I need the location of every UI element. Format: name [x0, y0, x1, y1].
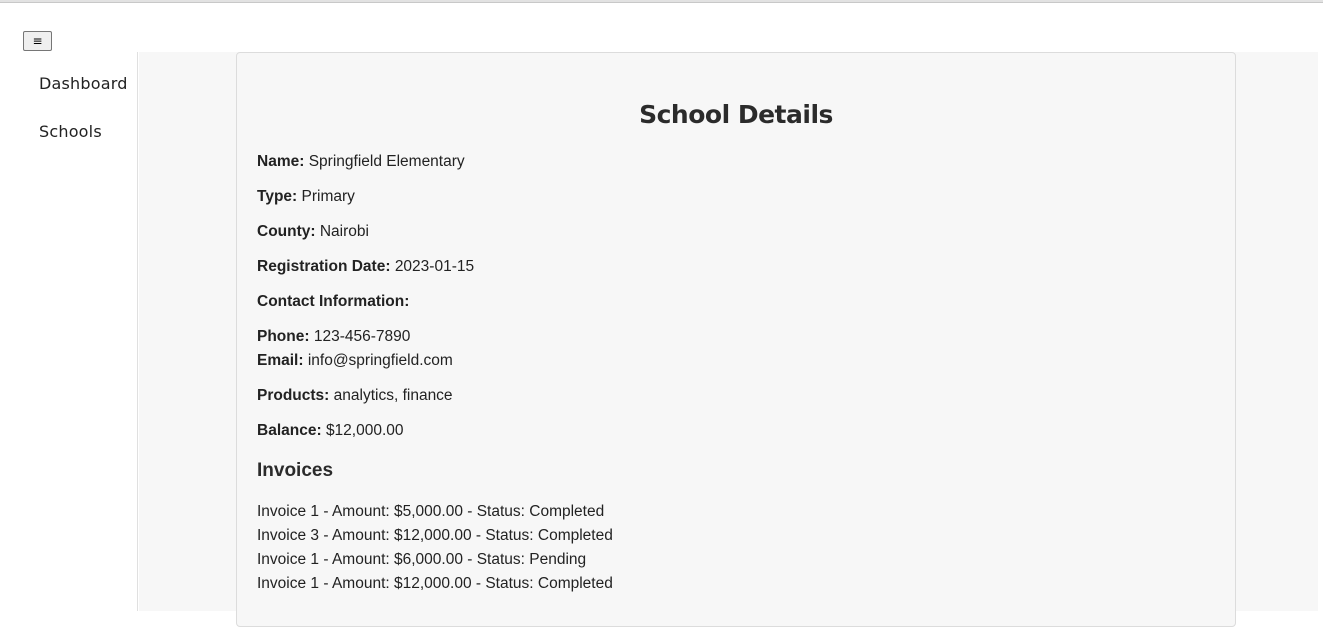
menu-toggle-button[interactable]: ≡	[23, 31, 52, 51]
registration-date-value: 2023-01-15	[394, 258, 475, 275]
school-name-row: Name: Springfield Elementary	[257, 153, 465, 171]
sidebar-item-schools[interactable]: Schools	[39, 122, 102, 141]
phone-row: Phone: 123-456-7890	[257, 328, 410, 346]
balance-label: Balance:	[257, 422, 322, 439]
sidebar-item-dashboard[interactable]: Dashboard	[39, 74, 128, 93]
products-row: Products: analytics, finance	[257, 387, 453, 405]
email-row: Email: info@springfield.com	[257, 352, 453, 370]
balance-value: $12,000.00	[325, 422, 404, 439]
registration-date-row: Registration Date: 2023-01-15	[257, 258, 474, 276]
school-county-value: Nairobi	[319, 223, 369, 240]
contact-information-label: Contact Information:	[257, 293, 410, 310]
top-divider	[0, 0, 1323, 3]
invoice-item: Invoice 1 - Amount: $6,000.00 - Status: …	[257, 551, 587, 568]
email-value: info@springfield.com	[307, 352, 453, 369]
products-value: analytics, finance	[333, 387, 453, 404]
registration-date-label: Registration Date:	[257, 258, 391, 275]
invoice-item: Invoice 3 - Amount: $12,000.00 - Status:…	[257, 527, 613, 544]
school-type-value: Primary	[301, 188, 355, 205]
school-county-label: County:	[257, 223, 316, 240]
email-label: Email:	[257, 352, 304, 369]
school-name-label: Name:	[257, 153, 305, 170]
invoice-item: Invoice 1 - Amount: $12,000.00 - Status:…	[257, 575, 613, 592]
products-label: Products:	[257, 387, 330, 404]
page-title: School Details	[639, 100, 833, 129]
phone-label: Phone:	[257, 328, 310, 345]
school-name-value: Springfield Elementary	[308, 153, 465, 170]
invoice-item: Invoice 1 - Amount: $5,000.00 - Status: …	[257, 503, 605, 520]
balance-row: Balance: $12,000.00	[257, 422, 404, 440]
contact-information-row: Contact Information:	[257, 293, 409, 311]
phone-value: 123-456-7890	[313, 328, 411, 345]
sidebar: Dashboard Schools	[0, 52, 138, 611]
invoices-heading: Invoices	[257, 460, 334, 481]
school-county-row: County: Nairobi	[257, 223, 369, 241]
school-type-label: Type:	[257, 188, 298, 205]
school-type-row: Type: Primary	[257, 188, 355, 206]
